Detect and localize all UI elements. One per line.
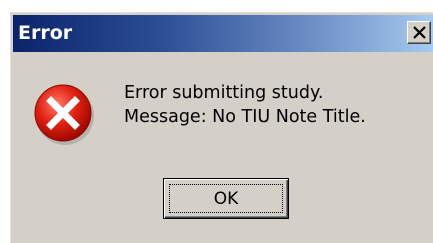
error-dialog: Error Error submitting study. Message: N…	[9, 11, 433, 243]
message-line-1: Error submitting study.	[124, 83, 324, 103]
ok-button-label: OK	[169, 184, 283, 213]
message-line-2: Message: No TIU Note Title.	[124, 107, 366, 127]
close-icon	[413, 26, 426, 39]
error-message: Error submitting study. Message: No TIU …	[124, 81, 366, 129]
ok-button[interactable]: OK	[163, 178, 289, 219]
error-icon	[34, 84, 94, 145]
window-title: Error	[18, 22, 73, 44]
title-bar[interactable]: Error	[13, 15, 433, 52]
close-button[interactable]	[407, 21, 431, 44]
